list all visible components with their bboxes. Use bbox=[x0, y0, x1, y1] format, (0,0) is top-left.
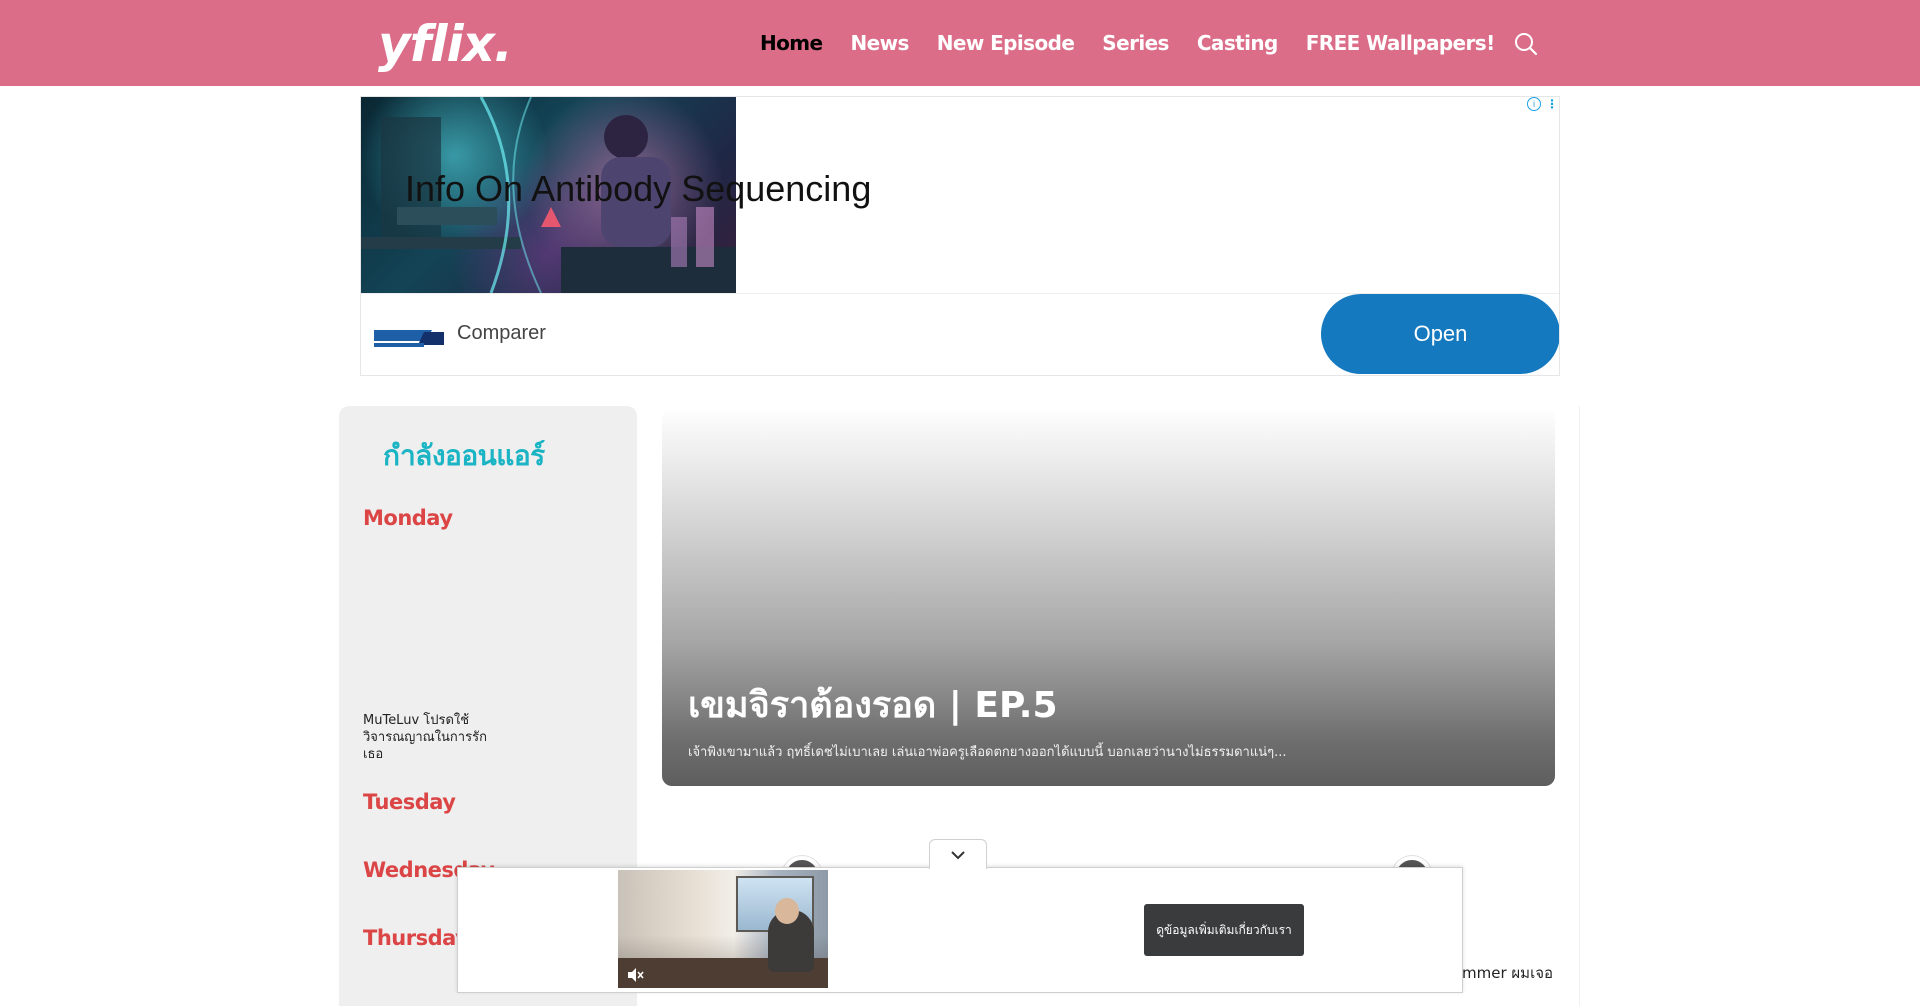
nav-casting[interactable]: Casting bbox=[1197, 31, 1278, 55]
collapse-ad-button[interactable] bbox=[929, 839, 987, 869]
ad-open-button[interactable]: Open bbox=[1321, 294, 1559, 374]
featured-title[interactable]: เขมจิราต้องรอด | EP.5 bbox=[688, 676, 1058, 733]
nav-news[interactable]: News bbox=[850, 31, 909, 55]
site-header: yflix. Home News New Episode Series Cast… bbox=[0, 0, 1920, 86]
bottom-sticky-ad[interactable]: ดูข้อมูลเพิ่มเติมเกี่ยวกับเรา bbox=[457, 867, 1463, 993]
ad-brand-name[interactable]: Comparer bbox=[457, 322, 546, 345]
sidebar-title: กำลังออนแอร์ bbox=[383, 439, 545, 472]
ad-info-icon[interactable]: i bbox=[1527, 97, 1541, 111]
top-ad-banner[interactable]: Comparer Open bbox=[360, 96, 1560, 376]
site-logo[interactable]: yflix. bbox=[378, 14, 513, 74]
day-tuesday[interactable]: Tuesday bbox=[363, 790, 456, 814]
featured-excerpt: เจ้าพิงเขามาแล้ว ฤทธิ์เดชไม่เบาเลย เล่นเ… bbox=[688, 745, 1287, 760]
featured-post[interactable]: เขมจิราต้องรอด | EP.5 เจ้าพิงเขามาแล้ว ฤ… bbox=[662, 408, 1555, 786]
day-monday[interactable]: Monday bbox=[363, 506, 453, 530]
day-thursday[interactable]: Thursday bbox=[363, 926, 469, 950]
ad-video[interactable] bbox=[618, 870, 828, 988]
post-snippet-text[interactable]: mmer ผมเจอ bbox=[1462, 961, 1553, 985]
chevron-down-icon bbox=[951, 850, 965, 859]
video-person-head-shape bbox=[775, 898, 799, 924]
nav-home[interactable]: Home bbox=[760, 31, 823, 55]
ad-headline[interactable]: Info On Antibody Sequencing bbox=[405, 168, 871, 210]
bottom-ad-cta-button[interactable]: ดูข้อมูลเพิ่มเติมเกี่ยวกับเรา bbox=[1144, 904, 1304, 956]
nav-series[interactable]: Series bbox=[1102, 31, 1169, 55]
ad-menu-icon[interactable]: ⋮ bbox=[1546, 97, 1558, 111]
main-nav: Home News New Episode Series Casting FRE… bbox=[760, 28, 1495, 58]
comparer-logo[interactable] bbox=[374, 327, 444, 349]
nav-free-wallpapers[interactable]: FREE Wallpapers! bbox=[1306, 31, 1495, 55]
mute-icon[interactable] bbox=[626, 966, 644, 984]
show-title-mute-luv[interactable]: MuTeLuv โปรดใช้วิจารณญาณในการรักเธอ bbox=[363, 712, 493, 763]
nav-new-episode[interactable]: New Episode bbox=[937, 31, 1075, 55]
search-icon[interactable] bbox=[1512, 30, 1540, 58]
